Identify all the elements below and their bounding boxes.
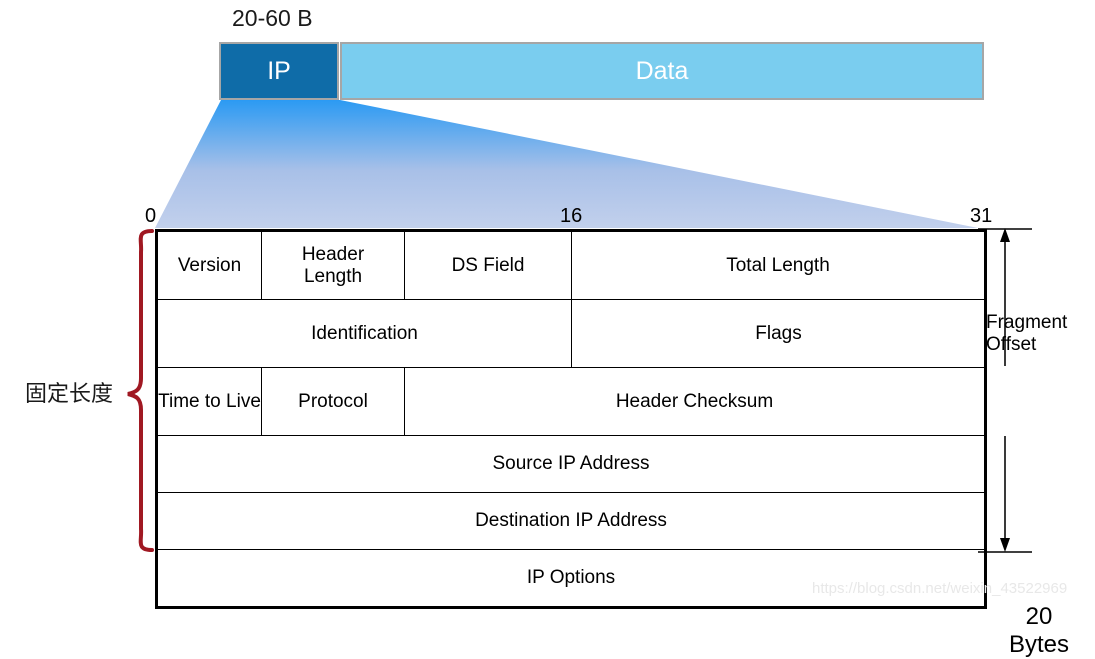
field-header-length: Header Length bbox=[261, 229, 405, 300]
bit-ruler-tick-0: 0 bbox=[145, 205, 157, 227]
field-protocol: Protocol bbox=[261, 367, 405, 436]
field-header-length-line1: Header bbox=[301, 243, 365, 265]
ip-header-block-label: IP bbox=[267, 56, 291, 85]
data-payload-block-label: Data bbox=[635, 56, 689, 85]
field-time-to-live: Time to Live bbox=[155, 367, 262, 436]
field-source-ip-address: Source IP Address bbox=[155, 435, 987, 493]
header-row-2: Identification Flags Fragment Offset bbox=[155, 299, 1067, 368]
header-row-4: Source IP Address bbox=[155, 435, 987, 493]
field-ip-options: IP Options bbox=[155, 549, 987, 609]
fixed-length-label: 固定长度 bbox=[25, 382, 114, 407]
field-destination-ip-address: Destination IP Address bbox=[155, 492, 987, 550]
header-row-3: Time to Live Protocol Header Checksum bbox=[155, 367, 987, 436]
field-ds-field: DS Field bbox=[404, 229, 572, 300]
ip-header-block: IP bbox=[219, 42, 339, 100]
header-row-6: IP Options bbox=[155, 549, 987, 609]
header-row-1: Version Header Length DS Field Total Leng… bbox=[155, 229, 987, 300]
packet-strip: IP Data bbox=[219, 42, 984, 100]
bit-ruler-tick-16: 16 bbox=[560, 205, 583, 227]
field-total-length: Total Length bbox=[571, 229, 987, 300]
bit-ruler-tick-31: 31 bbox=[970, 205, 993, 227]
header-row-5: Destination IP Address bbox=[155, 492, 987, 550]
packet-size-label: 20-60 B bbox=[232, 5, 313, 31]
field-header-length-line2: Length bbox=[303, 265, 363, 287]
field-version: Version bbox=[155, 229, 262, 300]
header-size-value: 20 bbox=[1025, 603, 1053, 630]
header-size-annotation: 20 Bytes bbox=[978, 225, 1095, 658]
ip-header-field-table: Version Header Length DS Field Total Leng… bbox=[155, 229, 1067, 609]
field-flags: Flags bbox=[571, 299, 986, 368]
watermark-text: https://blog.csdn.net/weixin_43522969 bbox=[812, 580, 1068, 597]
field-header-checksum: Header Checksum bbox=[404, 367, 987, 436]
header-size-unit: Bytes bbox=[1008, 631, 1070, 658]
field-identification: Identification bbox=[155, 299, 572, 368]
data-payload-block: Data bbox=[340, 42, 984, 100]
header-size-annotation-label: 20 Bytes bbox=[996, 603, 1082, 659]
fixed-length-brace bbox=[127, 229, 154, 552]
